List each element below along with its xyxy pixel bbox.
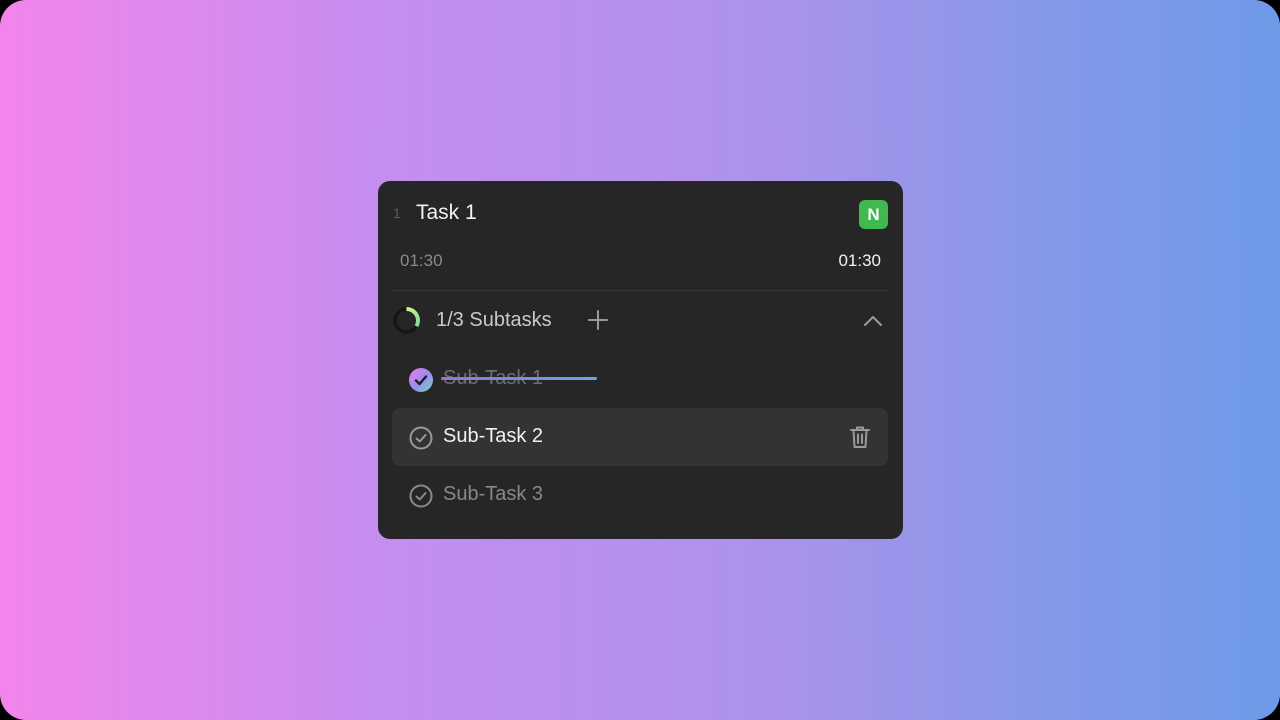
subtasks-summary: 1/3 Subtasks [436, 309, 552, 331]
task-index: 1 [393, 205, 401, 221]
subtask-row-1[interactable]: Sub-Task 1 [392, 350, 888, 408]
progress-ring-icon [393, 307, 420, 334]
divider [393, 290, 888, 291]
subtask-label-2: Sub-Task 2 [443, 425, 544, 447]
task-card: 1 Task 1 N 01:30 01:30 1/3 Subtasks Sub-… [378, 181, 903, 539]
subtask-label-3: Sub-Task 3 [443, 483, 544, 505]
task-title[interactable]: Task 1 [416, 201, 477, 225]
time-total: 01:30 [838, 251, 881, 270]
strikethrough-line [441, 377, 597, 380]
background-stage: 1 Task 1 N 01:30 01:30 1/3 Subtasks Sub-… [0, 0, 1280, 720]
check-circle-icon[interactable] [409, 426, 433, 450]
trash-icon[interactable] [847, 424, 873, 450]
subtask-row-3[interactable]: Sub-Task 3 [392, 466, 888, 524]
subtask-row-2[interactable]: Sub-Task 2 [392, 408, 888, 466]
add-subtask-button[interactable] [585, 307, 611, 333]
plus-icon [588, 310, 608, 330]
collapse-subtasks-button[interactable] [861, 309, 885, 333]
time-elapsed: 01:30 [400, 251, 443, 270]
chevron-up-icon [864, 316, 882, 326]
check-circle-icon[interactable] [409, 484, 433, 508]
check-circle-icon[interactable] [409, 368, 433, 392]
status-badge[interactable]: N [859, 200, 888, 229]
